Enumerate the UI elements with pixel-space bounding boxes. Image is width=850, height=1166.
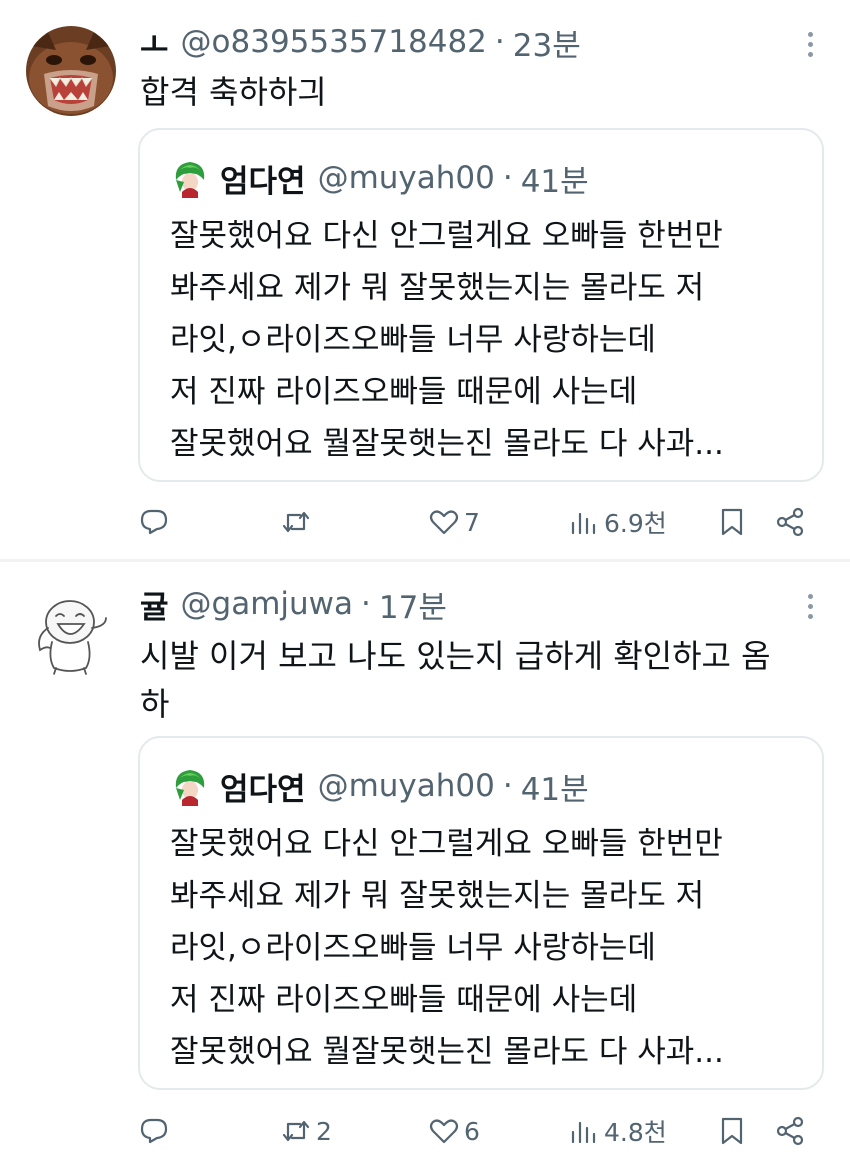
action-bar: 7 6.9천 <box>138 502 818 542</box>
more-vertical-icon[interactable] <box>806 594 814 622</box>
reply-icon <box>140 1118 168 1144</box>
quoted-avatar[interactable] <box>170 766 210 806</box>
author-handle[interactable]: @gamjuwa <box>181 586 353 622</box>
share-icon <box>776 507 804 537</box>
view-count: 4.8천 <box>604 1118 667 1147</box>
repost-button[interactable]: 2 <box>280 1111 332 1151</box>
views-icon <box>571 1121 596 1144</box>
bookmark-button[interactable] <box>716 1111 748 1151</box>
separator-dot: · <box>502 160 513 196</box>
separator-dot: · <box>502 768 513 804</box>
share-button[interactable] <box>774 502 806 542</box>
like-count: 6 <box>464 1116 480 1146</box>
quoted-text-line: 저 진짜 라이즈오빠들 때문에 사는데 <box>170 374 638 410</box>
reply-icon <box>140 509 168 535</box>
heart-icon <box>429 510 459 535</box>
quoted-timestamp: 41분 <box>520 771 589 808</box>
author-name[interactable]: ㅗ <box>140 20 169 65</box>
bookmark-button[interactable] <box>716 502 748 542</box>
quoted-tweet-text: 잘못했어요 다신 안그럴게요 오빠들 한번만 봐주세요 제가 뭐 잘못했는지는 … <box>170 818 800 1078</box>
tweet[interactable]: ㅗ @o8395535718482 · 23분 합격 축하하긔 엄다연 @muy… <box>0 0 850 560</box>
quoted-text-line: 잘못했어요 뭘잘못햇는진 몰라도 다 사과... <box>170 426 724 462</box>
repost-icon <box>282 511 310 533</box>
quoted-author-handle: @muyah00 <box>317 160 495 196</box>
author-name[interactable]: 귤 <box>140 582 169 627</box>
tweet-text-line: 하 <box>140 685 170 723</box>
quoted-text-line: 라잇,ㅇ라이즈오빠들 너무 사랑하는데 <box>170 930 656 966</box>
repost-icon <box>282 1120 310 1142</box>
tweet-text: 합격 축하하긔 <box>140 70 830 114</box>
quoted-tweet-text: 잘못했어요 다신 안그럴게요 오빠들 한번만 봐주세요 제가 뭐 잘못했는지는 … <box>170 210 800 470</box>
quoted-text-line: 라잇,ㅇ라이즈오빠들 너무 사랑하는데 <box>170 322 656 358</box>
tweet-header: 귤 @gamjuwa · 17분 <box>140 582 447 626</box>
reply-button[interactable] <box>138 1111 174 1151</box>
tweet-header: ㅗ @o8395535718482 · 23분 <box>140 20 581 64</box>
views-icon <box>571 512 596 535</box>
avatar[interactable] <box>26 26 116 116</box>
action-bar: 2 6 4.8천 <box>138 1111 818 1151</box>
like-button[interactable]: 6 <box>428 1111 480 1151</box>
repost-button[interactable] <box>280 502 316 542</box>
reply-button[interactable] <box>138 502 174 542</box>
quoted-text-line: 잘못했어요 뭘잘못햇는진 몰라도 다 사과... <box>170 1034 724 1070</box>
quoted-author-handle: @muyah00 <box>317 768 495 804</box>
avatar[interactable] <box>26 588 116 678</box>
quoted-text-line: 봐주세요 제가 뭐 잘못했는지는 몰라도 저 <box>170 270 705 306</box>
quoted-text-line: 봐주세요 제가 뭐 잘못했는지는 몰라도 저 <box>170 878 705 914</box>
like-count: 7 <box>464 507 480 537</box>
quoted-text-line: 저 진짜 라이즈오빠들 때문에 사는데 <box>170 982 638 1018</box>
views-button[interactable]: 4.8천 <box>568 1111 667 1151</box>
quoted-tweet-header: 엄다연 @muyah00 · 41분 <box>170 764 589 808</box>
timestamp[interactable]: 17분 <box>379 582 447 627</box>
quoted-author-name: 엄다연 <box>220 163 306 200</box>
tweet-text-line: 합격 축하하긔 <box>140 73 327 111</box>
author-handle[interactable]: @o8395535718482 <box>181 24 487 60</box>
quoted-text-line: 잘못했어요 다신 안그럴게요 오빠들 한번만 <box>170 218 723 254</box>
quoted-avatar[interactable] <box>170 158 210 198</box>
timestamp[interactable]: 23분 <box>513 20 581 65</box>
share-icon <box>776 1116 804 1146</box>
quoted-author-name: 엄다연 <box>220 771 306 808</box>
bookmark-icon <box>721 1117 743 1145</box>
quoted-timestamp: 41분 <box>520 163 589 200</box>
quoted-tweet[interactable]: 엄다연 @muyah00 · 41분 잘못했어요 다신 안그럴게요 오빠들 한번… <box>138 736 824 1090</box>
quoted-tweet-header: 엄다연 @muyah00 · 41분 <box>170 156 589 200</box>
repost-count: 2 <box>316 1116 332 1146</box>
tweet[interactable]: 귤 @gamjuwa · 17분 시발 이거 보고 나도 있는지 급하게 확인하… <box>0 562 850 1166</box>
views-button[interactable]: 6.9천 <box>568 502 667 542</box>
tweet-text-line: 시발 이거 보고 나도 있는지 급하게 확인하고 옴 <box>140 637 771 675</box>
bookmark-icon <box>721 508 743 536</box>
more-vertical-icon[interactable] <box>806 32 814 60</box>
separator-dot: · <box>361 586 371 622</box>
quoted-tweet[interactable]: 엄다연 @muyah00 · 41분 잘못했어요 다신 안그럴게요 오빠들 한번… <box>138 128 824 482</box>
separator-dot: · <box>494 24 505 60</box>
tweet-text: 시발 이거 보고 나도 있는지 급하게 확인하고 옴 하 <box>140 632 830 728</box>
like-button[interactable]: 7 <box>428 502 480 542</box>
view-count: 6.9천 <box>604 509 667 538</box>
heart-icon <box>429 1119 459 1144</box>
share-button[interactable] <box>774 1111 806 1151</box>
quoted-text-line: 잘못했어요 다신 안그럴게요 오빠들 한번만 <box>170 826 723 862</box>
